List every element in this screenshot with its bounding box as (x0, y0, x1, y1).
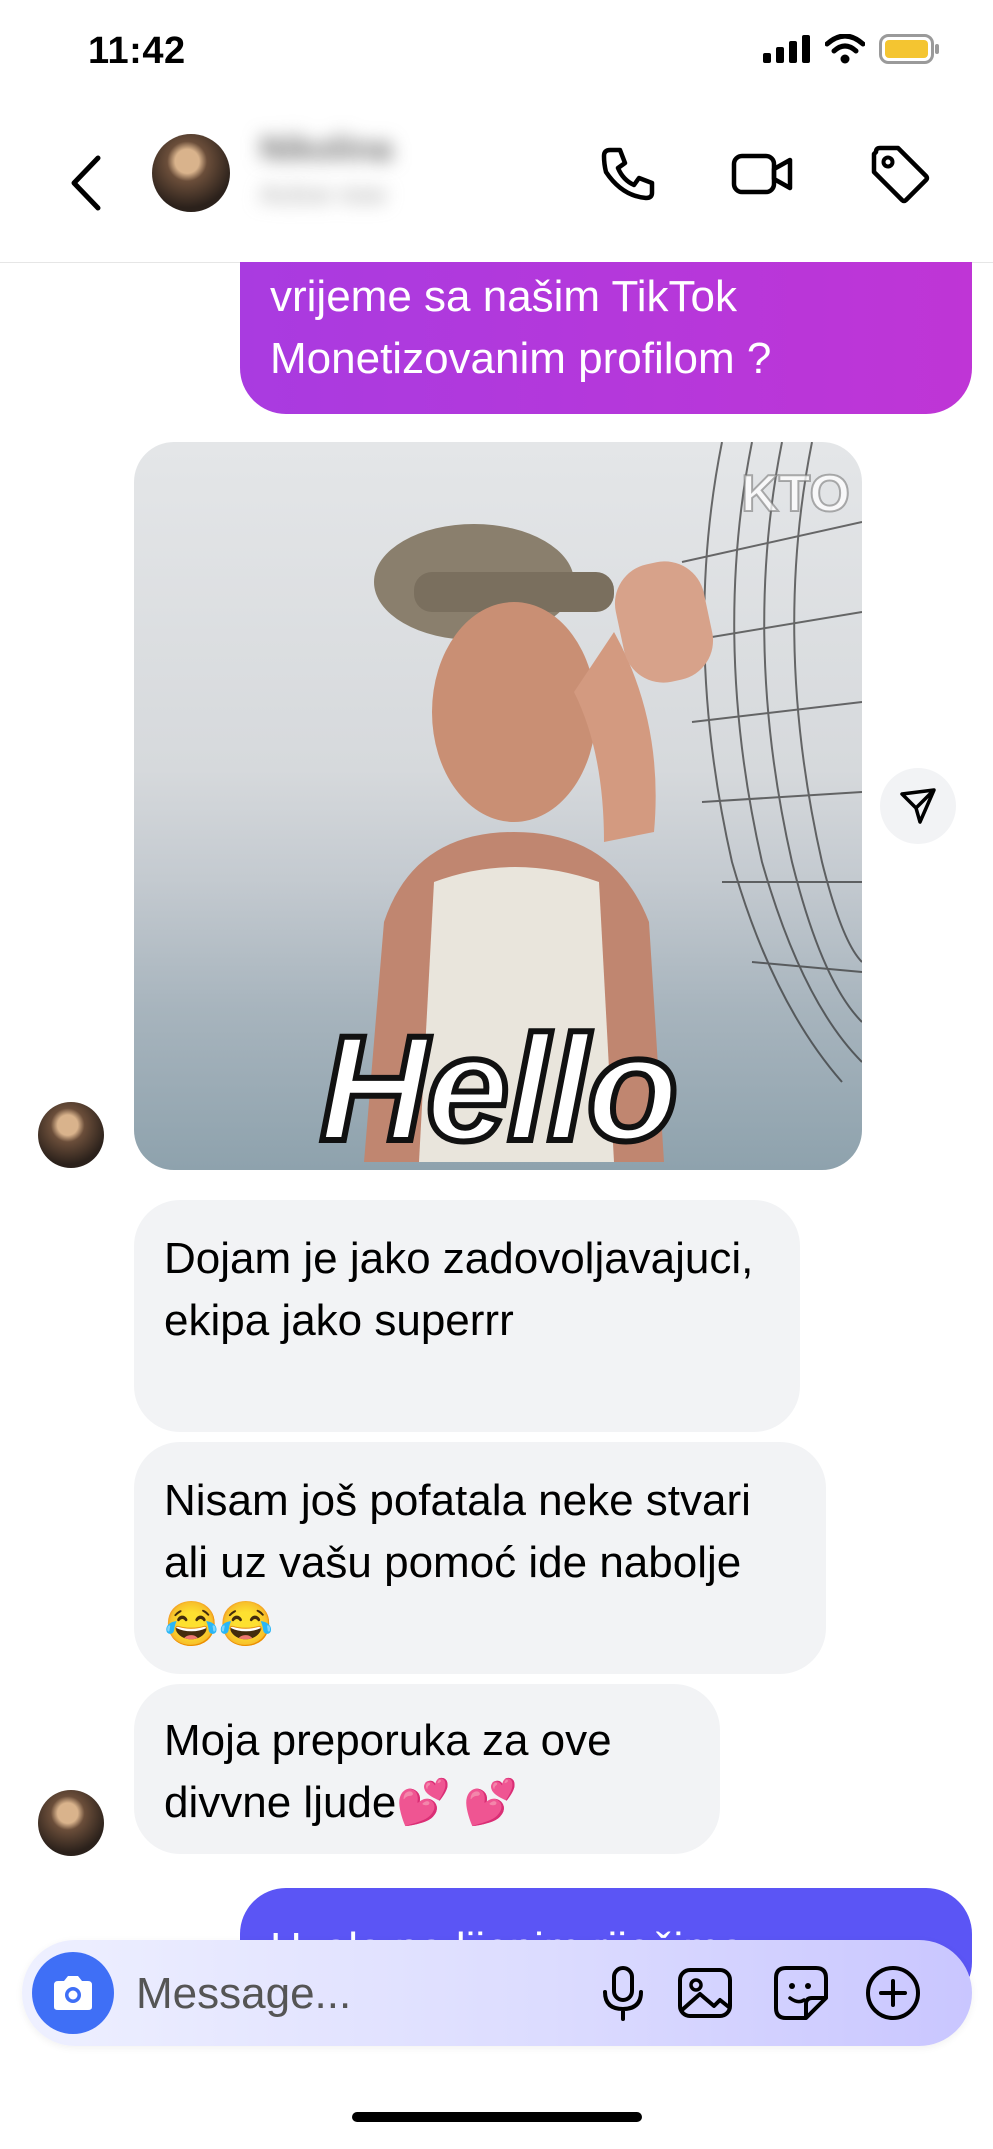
contact-status: Active now (260, 179, 386, 209)
gif-message[interactable]: KTO Hello (134, 442, 862, 1170)
outgoing-message-text: vrijeme sa našim TikTok Monetizovanim pr… (270, 272, 772, 383)
sticker-icon (774, 1966, 828, 2020)
share-icon (900, 788, 936, 824)
battery-icon (879, 34, 939, 64)
gallery-button[interactable] (674, 1962, 736, 2024)
contact-avatar[interactable] (152, 134, 230, 212)
gif-caption: Hello (317, 1001, 682, 1170)
microphone-icon (603, 1966, 643, 2021)
sender-avatar[interactable] (38, 1102, 104, 1168)
tag-button[interactable] (868, 142, 932, 206)
video-icon (731, 153, 793, 195)
sticker-button[interactable] (770, 1962, 832, 2024)
camera-button[interactable] (32, 1952, 114, 2034)
sender-avatar[interactable] (38, 1790, 104, 1856)
audio-call-button[interactable] (596, 142, 660, 206)
contact-name: Nikolina (260, 130, 393, 168)
gif-watermark: KTO (740, 464, 851, 524)
incoming-message[interactable]: Nisam još pofatala neke stvari ali uz va… (134, 1442, 826, 1674)
signal-icon (763, 35, 810, 63)
contact-info[interactable]: Nikolina Active now (260, 130, 392, 210)
voice-message-button[interactable] (592, 1962, 654, 2024)
incoming-message-text: Moja preporuka za ove divvne ljude💕 💕 (164, 1716, 612, 1827)
back-icon (71, 155, 101, 211)
status-time: 11:42 (88, 30, 186, 72)
video-call-button[interactable] (730, 142, 794, 206)
share-button[interactable] (880, 768, 956, 844)
back-button[interactable] (62, 148, 112, 218)
chat-header: Nikolina Active now (0, 110, 993, 263)
gallery-icon (678, 1968, 732, 2018)
plus-icon (866, 1966, 920, 2020)
home-indicator (352, 2112, 642, 2122)
incoming-message[interactable]: Dojam je jako zadovoljavajuci, ekipa jak… (134, 1200, 800, 1432)
outgoing-message[interactable]: vrijeme sa našim TikTok Monetizovanim pr… (240, 262, 972, 414)
status-bar: 11:42 (0, 0, 993, 110)
wifi-icon (825, 34, 865, 64)
message-input[interactable] (134, 1960, 578, 2028)
tag-icon (871, 145, 930, 204)
incoming-message-text: Nisam još pofatala neke stvari ali uz va… (164, 1476, 751, 1649)
camera-icon (54, 1976, 92, 2010)
phone-icon (601, 147, 655, 201)
incoming-message[interactable]: Moja preporuka za ove divvne ljude💕 💕 (134, 1684, 720, 1854)
status-icons (763, 34, 941, 64)
incoming-message-text: Dojam je jako zadovoljavajuci, ekipa jak… (164, 1234, 754, 1345)
message-composer (22, 1940, 972, 2046)
more-button[interactable] (862, 1962, 924, 2024)
